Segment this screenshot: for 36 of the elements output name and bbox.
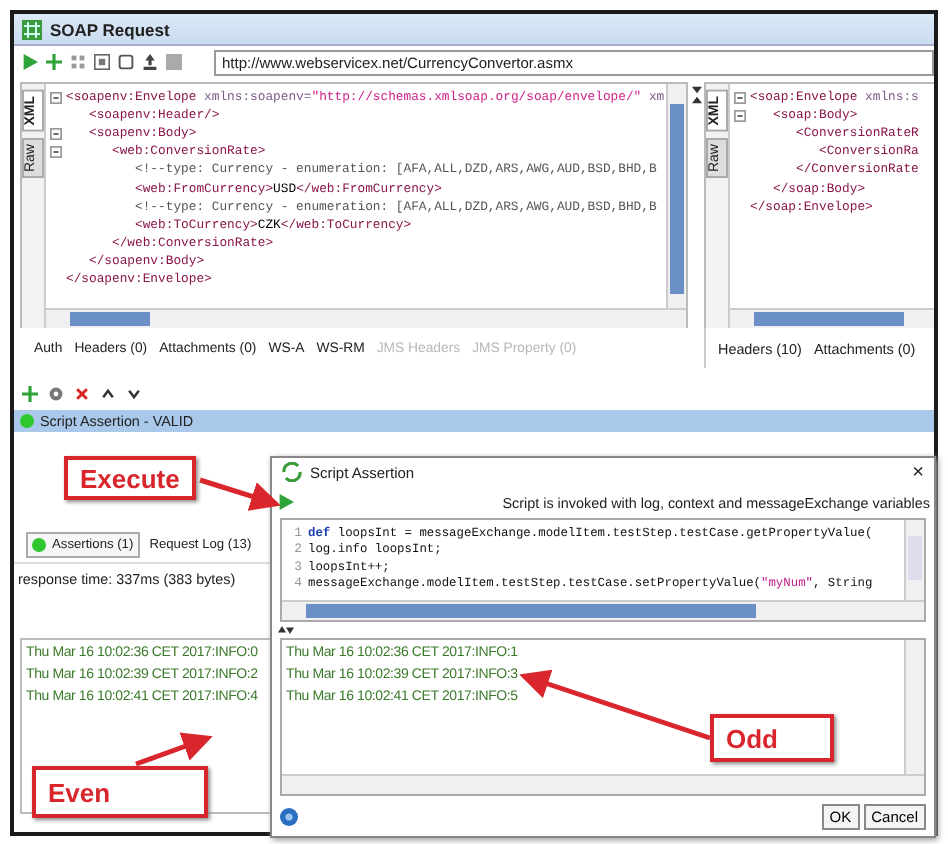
window-icon[interactable]	[94, 54, 110, 70]
scrollbar[interactable]	[46, 308, 686, 328]
dots-icon[interactable]	[70, 54, 86, 70]
close-icon[interactable]	[74, 385, 90, 401]
square-icon[interactable]	[118, 54, 134, 70]
scrollbar[interactable]	[730, 308, 934, 328]
resize-arrows-icon[interactable]	[278, 626, 294, 634]
upload-icon[interactable]	[142, 54, 158, 70]
scrollbar[interactable]	[666, 84, 686, 308]
collapse-arrows-icon[interactable]	[691, 86, 701, 104]
down-icon[interactable]	[126, 385, 142, 401]
collapse-icon[interactable]	[50, 127, 62, 140]
window-title: SOAP Request	[50, 19, 170, 39]
arrow	[199, 477, 281, 511]
play-icon[interactable]	[22, 54, 38, 70]
scrollbar[interactable]	[282, 600, 924, 620]
up-icon[interactable]	[100, 385, 116, 401]
collapse-icon[interactable]	[50, 91, 62, 104]
play-icon[interactable]	[278, 494, 294, 510]
collapse-icon[interactable]	[50, 145, 62, 158]
callout-label: Even	[32, 766, 208, 818]
callout-label: Odd	[710, 714, 834, 762]
scrollbar[interactable]	[282, 774, 924, 794]
arrow	[135, 732, 213, 767]
scrollbar[interactable]	[904, 640, 924, 774]
callout-label: Execute	[64, 456, 196, 500]
help-icon[interactable]	[280, 807, 298, 825]
add-icon[interactable]	[22, 385, 38, 401]
collapse-icon[interactable]	[734, 91, 746, 104]
scrollbar[interactable]	[904, 520, 924, 600]
grid-icon	[22, 19, 42, 39]
settings-icon[interactable]	[48, 385, 64, 401]
add-icon[interactable]	[46, 54, 62, 70]
refresh-icon	[282, 462, 302, 482]
close-button[interactable]: ×	[912, 461, 924, 483]
collapse-icon[interactable]	[734, 109, 746, 122]
